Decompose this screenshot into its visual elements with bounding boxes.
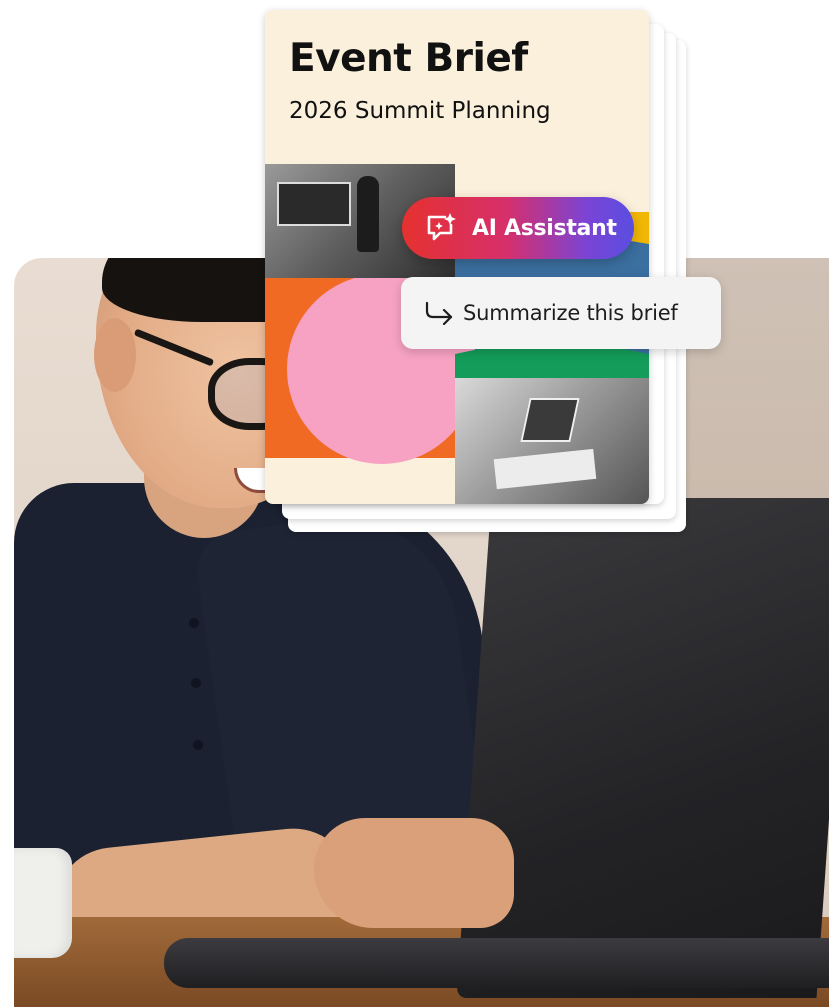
photo-screen (277, 182, 351, 226)
shirt-button (193, 740, 203, 750)
arrow-turn-right-icon (423, 301, 455, 325)
shirt-button (189, 618, 199, 628)
ai-sparkle-chat-icon (424, 211, 458, 245)
photo-laptop (520, 398, 580, 442)
collage-laptop-photo (455, 378, 649, 504)
shirt-button (191, 678, 201, 688)
laptop-base (164, 938, 829, 988)
photo-papers (493, 448, 597, 490)
summarize-suggestion[interactable]: Summarize this brief (401, 277, 721, 349)
summarize-suggestion-label: Summarize this brief (463, 301, 678, 325)
person-hand (314, 818, 514, 928)
photo-cup (14, 848, 72, 958)
ai-assistant-button[interactable]: AI Assistant (402, 197, 634, 259)
document-title: Event Brief (289, 36, 528, 81)
ai-assistant-label: AI Assistant (472, 215, 617, 241)
laptop-lid (456, 498, 829, 998)
photo-presenter (357, 176, 379, 252)
document-subtitle: 2026 Summit Planning (289, 98, 551, 124)
person-ear (94, 318, 136, 392)
